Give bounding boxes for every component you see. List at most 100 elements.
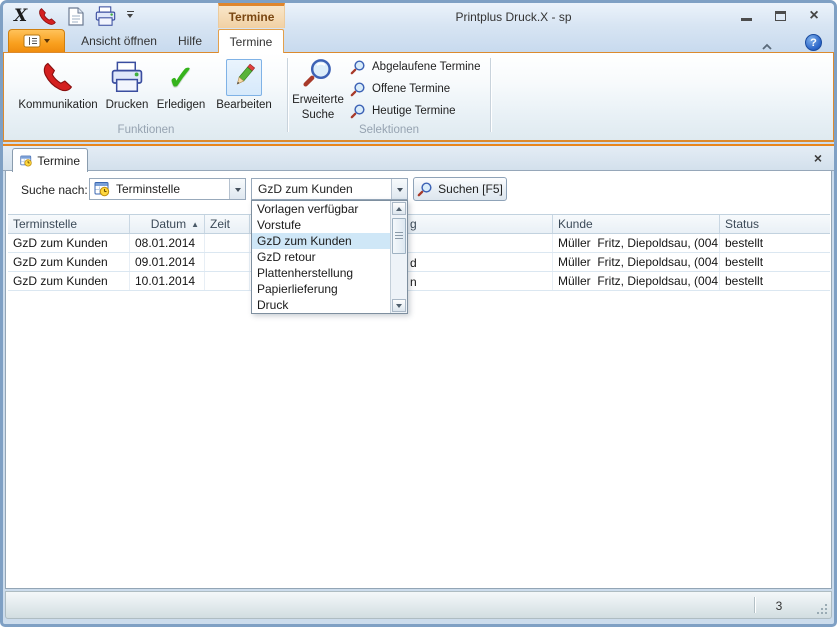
cell-status: bestellt	[720, 272, 830, 290]
dropdown-item[interactable]: Papierlieferung	[252, 281, 390, 297]
cell-datum: 08.01.2014	[130, 234, 205, 252]
collapse-ribbon-button[interactable]	[760, 39, 776, 51]
dropdown-item[interactable]: Vorlagen verfügbar	[252, 201, 390, 217]
column-header-zeit[interactable]: Zeit	[205, 215, 250, 233]
close-panel-icon[interactable]: ×	[814, 151, 822, 165]
query-dropdown-list: Vorlagen verfügbar Vorstufe GzD zum Kund…	[251, 200, 408, 314]
button-label: Drucken	[106, 99, 149, 111]
cell-status: bestellt	[720, 234, 830, 252]
item-label: Offene Termine	[372, 83, 450, 95]
table-header-row: Terminstelle Datum ▲ Zeit Kunde Status	[8, 214, 830, 234]
title-bar: X Termine Printplus Druck.X - sp ×	[3, 3, 834, 52]
document-icon[interactable]	[64, 5, 88, 27]
group-separator	[490, 58, 491, 132]
minimize-button[interactable]	[736, 8, 756, 24]
scrollbar-thumb[interactable]	[392, 218, 406, 254]
chevron-down-icon	[397, 188, 403, 195]
magnifier-icon	[350, 81, 366, 97]
chevron-down-icon	[235, 188, 241, 195]
contextual-tab-header: Termine	[218, 3, 285, 28]
table-row[interactable]: GzD zum Kunden 08.01.2014 Müller Fritz, …	[8, 234, 830, 253]
app-menu-icon	[23, 34, 41, 48]
column-header-datum[interactable]: Datum ▲	[130, 215, 205, 233]
search-field-selector[interactable]: Terminstelle	[89, 178, 246, 200]
table-row[interactable]: GzD zum Kunden 10.01.2014 Müller Fritz, …	[8, 272, 830, 291]
scroll-up-icon[interactable]	[392, 202, 406, 215]
qat-overflow-icon[interactable]	[122, 5, 138, 27]
column-header-kunde[interactable]: Kunde	[553, 215, 720, 233]
dropdown-arrow-button[interactable]	[229, 179, 245, 199]
search-label: Suche nach:	[21, 183, 88, 197]
column-header-terminstelle[interactable]: Terminstelle	[8, 215, 130, 233]
selektionen-items: Abgelaufene Termine Offene Termine Heuti…	[346, 56, 484, 122]
cell-terminstelle: GzD zum Kunden	[8, 272, 130, 290]
dropdown-item[interactable]: Druck	[252, 297, 390, 313]
table-row[interactable]: GzD zum Kunden 09.01.2014 Müller Fritz, …	[8, 253, 830, 272]
record-count: 3	[762, 599, 796, 613]
group-separator	[287, 58, 288, 132]
cell-terminstelle: GzD zum Kunden	[8, 253, 130, 271]
button-label: Kommunikation	[18, 99, 97, 111]
dropdown-item-selected[interactable]: GzD zum Kunden	[252, 233, 390, 249]
kommunikation-button[interactable]: Kommunikation	[14, 57, 102, 111]
erweiterte-suche-button[interactable]: Erweiterte Suche	[291, 56, 345, 122]
close-button[interactable]: ×	[804, 8, 824, 24]
bearbeiten-button[interactable]: Bearbeiten	[210, 57, 278, 111]
doc-tab-termine[interactable]: Termine	[12, 148, 88, 172]
button-label: Suchen [F5]	[438, 182, 503, 196]
restore-button[interactable]	[770, 8, 790, 24]
resize-grip[interactable]	[816, 603, 827, 614]
scroll-down-icon[interactable]	[392, 299, 406, 312]
cell-datum: 10.01.2014	[130, 272, 205, 290]
field-selector-value: Terminstelle	[110, 182, 229, 196]
help-button[interactable]: ?	[805, 34, 822, 51]
suchen-button[interactable]: Suchen [F5]	[413, 177, 507, 201]
tab-ansicht-oeffnen[interactable]: Ansicht öffnen	[71, 30, 167, 52]
termine-panel: Suche nach: Terminstelle GzD zum Kunden …	[5, 171, 832, 589]
close-icon: ×	[809, 8, 818, 24]
abgelaufene-termine-button[interactable]: Abgelaufene Termine	[346, 56, 484, 78]
magnifier-icon	[350, 103, 366, 119]
dropdown-item[interactable]: GzD retour	[252, 249, 390, 265]
cell-status: bestellt	[720, 253, 830, 271]
search-query-combobox[interactable]: GzD zum Kunden	[251, 178, 408, 200]
erledigen-button[interactable]: ✓ Erledigen	[152, 57, 210, 111]
group-label-selektionen: Selektionen	[289, 124, 489, 136]
tab-hilfe[interactable]: Hilfe	[167, 30, 213, 52]
magnifier-icon	[417, 181, 433, 197]
ribbon-group-selektionen: Erweiterte Suche Abgelaufene Termine Off…	[289, 53, 489, 139]
magnifier-icon	[302, 56, 334, 92]
document-tab-strip: Termine ×	[3, 144, 834, 171]
app-logo-icon: X	[11, 6, 30, 26]
checkmark-icon: ✓	[167, 57, 195, 97]
app-window: X Termine Printplus Druck.X - sp ×	[0, 0, 837, 627]
cell-kunde: Müller Fritz, Diepoldsau, (004...	[553, 272, 720, 290]
termine-calendar-clock-icon	[94, 181, 110, 197]
application-menu-button[interactable]	[8, 29, 65, 52]
heutige-termine-button[interactable]: Heutige Termine	[346, 100, 484, 122]
window-title: Printplus Druck.X - sp	[303, 10, 724, 24]
chevron-up-icon	[760, 42, 774, 52]
printer-icon	[109, 57, 145, 97]
printer-icon[interactable]	[93, 5, 117, 27]
dropdown-item[interactable]: Vorstufe	[252, 217, 390, 233]
restore-icon	[775, 11, 786, 21]
cell-datum: 09.01.2014	[130, 253, 205, 271]
statusbar-divider	[754, 597, 755, 613]
dropdown-item[interactable]: Plattenherstellung	[252, 265, 390, 281]
ribbon-group-funktionen: Kommunikation Drucken ✓ Erledigen Bearbe…	[6, 53, 286, 139]
tab-termine[interactable]: Termine	[218, 29, 284, 53]
minimize-icon	[741, 18, 752, 21]
sort-ascending-icon: ▲	[191, 220, 199, 229]
thumb-grip-icon	[395, 232, 403, 240]
offene-termine-button[interactable]: Offene Termine	[346, 78, 484, 100]
dropdown-arrow-button[interactable]	[391, 179, 407, 199]
cell-zeit	[205, 253, 250, 271]
quick-access-toolbar: X	[11, 5, 138, 27]
column-header-status[interactable]: Status	[720, 215, 830, 233]
dropdown-scrollbar[interactable]	[390, 201, 407, 313]
cell-zeit	[205, 234, 250, 252]
phone-icon[interactable]	[35, 5, 59, 27]
drucken-button[interactable]: Drucken	[102, 57, 152, 111]
button-label: Erweiterte Suche	[291, 93, 345, 122]
